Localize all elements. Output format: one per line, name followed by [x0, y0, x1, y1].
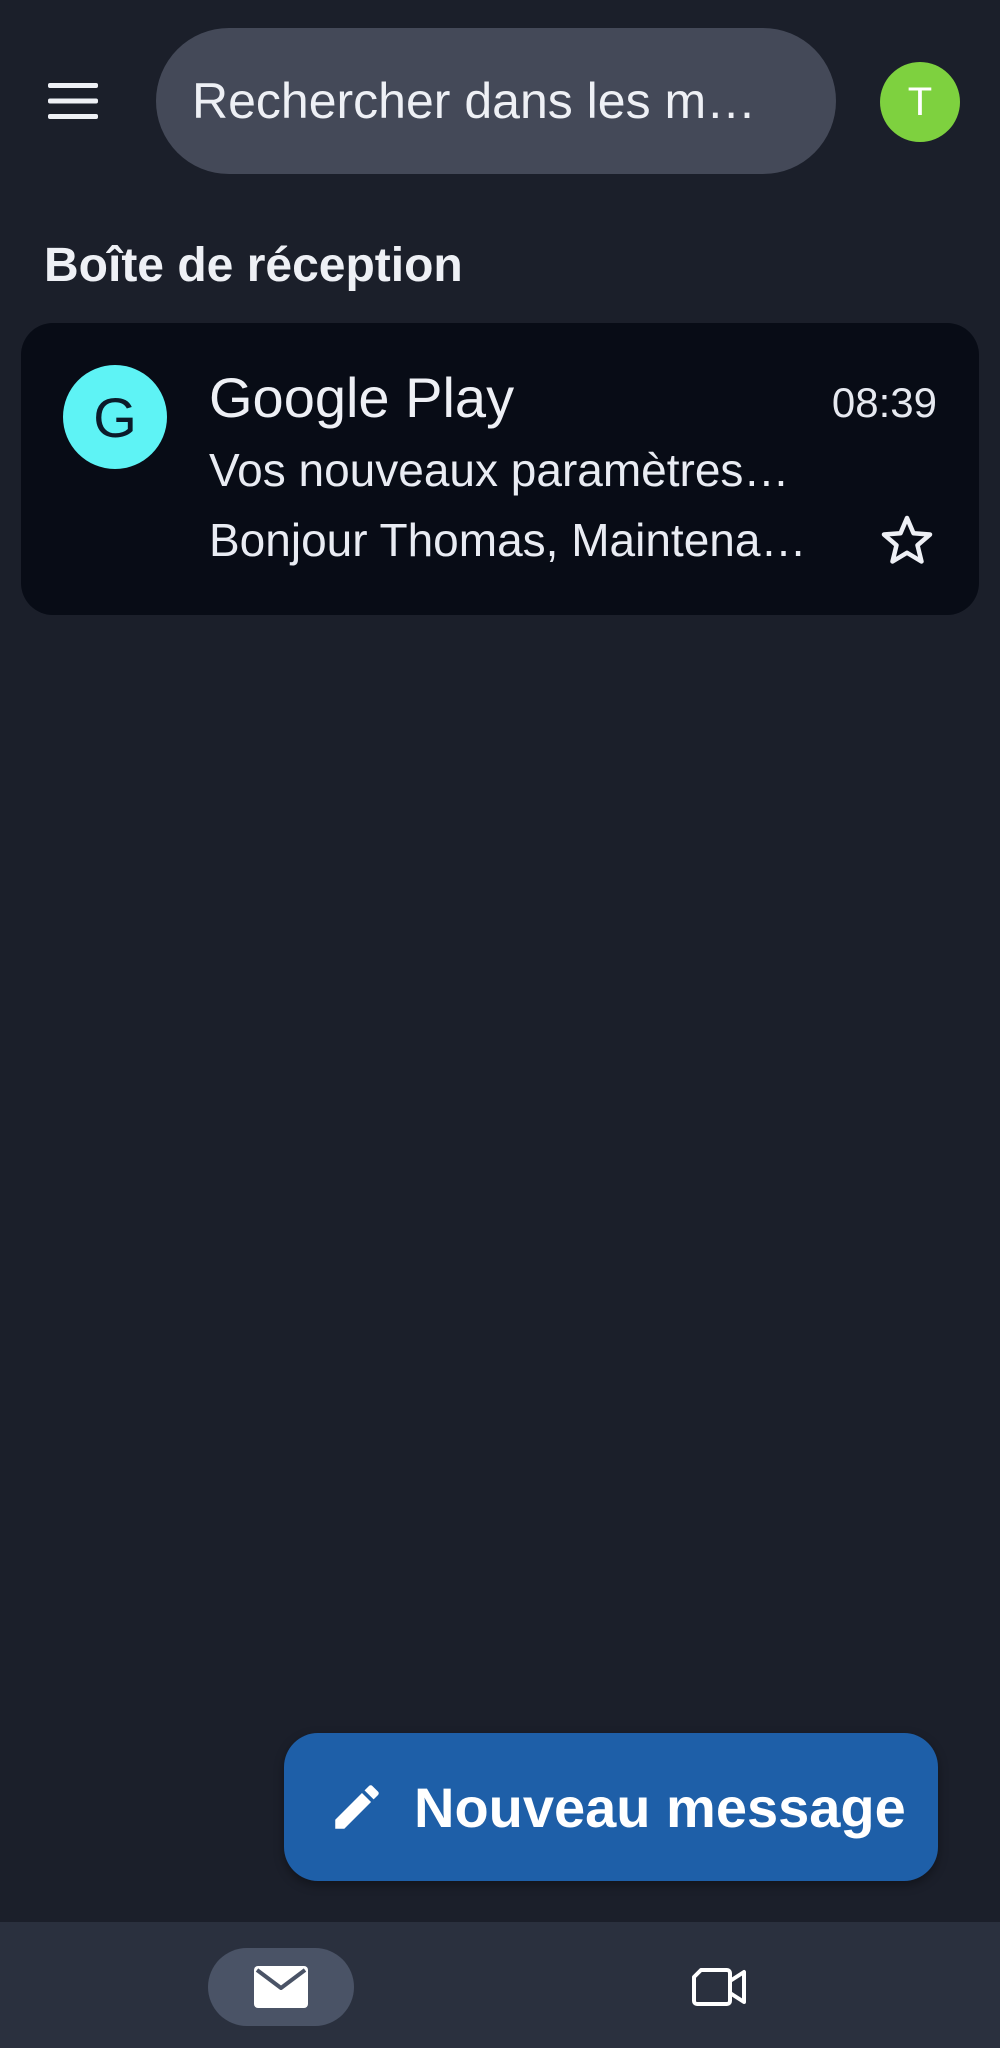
email-sender: Google Play [209, 366, 515, 429]
video-camera-icon [692, 1968, 746, 2006]
nav-meet-tab[interactable] [676, 1948, 762, 2026]
email-subject: Vos nouveaux paramètres… [209, 444, 790, 496]
email-preview: Bonjour Thomas, Maintena… [209, 514, 807, 566]
menu-button[interactable] [36, 64, 110, 138]
inbox-title: Boîte de réception [44, 239, 463, 292]
account-avatar[interactable]: T [880, 62, 960, 142]
pencil-icon [335, 1785, 379, 1829]
hamburger-menu-icon [48, 83, 98, 119]
star-outline-icon[interactable] [877, 511, 937, 571]
account-initial: T [907, 79, 933, 124]
search-bar[interactable]: Rechercher dans les m… [156, 28, 836, 174]
nav-mail-tab[interactable] [208, 1948, 354, 2026]
sender-avatar[interactable]: G [63, 365, 167, 469]
gmail-inbox-screen: Rechercher dans les m… T Boîte de récept… [0, 0, 1000, 2048]
email-time: 08:39 [831, 379, 937, 426]
compose-button[interactable]: Nouveau message [284, 1733, 938, 1881]
compose-label: Nouveau message [414, 1775, 906, 1839]
bottom-navigation [0, 1922, 1000, 2048]
sender-avatar-letter: G [93, 385, 137, 449]
search-placeholder: Rechercher dans les m… [192, 73, 757, 129]
mail-icon [254, 1966, 308, 2008]
email-list-item[interactable]: G Google Play 08:39 Vos nouveaux paramèt… [21, 323, 979, 615]
